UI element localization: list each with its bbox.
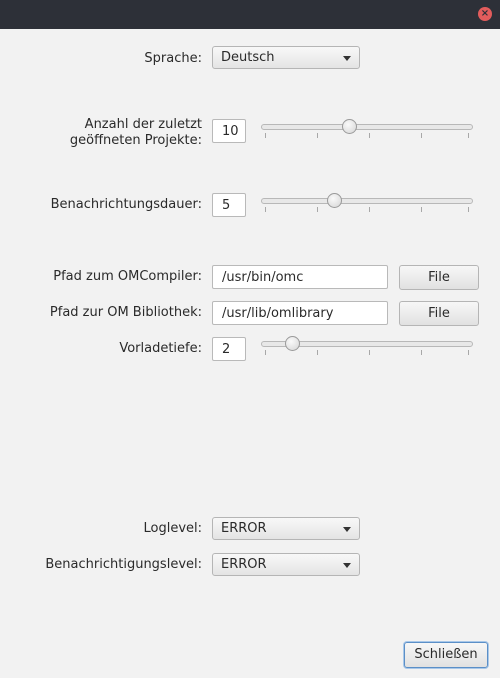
close-button[interactable]: Schließen xyxy=(404,642,488,668)
chevron-down-icon xyxy=(343,563,351,568)
slider-thumb[interactable] xyxy=(284,336,300,351)
notification-duration-label: Benachrichtungsdauer: xyxy=(50,197,202,212)
compiler-path-input[interactable]: /usr/bin/omc xyxy=(212,265,388,289)
notification-duration-value: 5 xyxy=(222,198,231,213)
slider-tick xyxy=(265,350,266,355)
library-path-input[interactable]: /usr/lib/omlibrary xyxy=(212,301,388,325)
slider-tick xyxy=(421,350,422,355)
compiler-file-button[interactable]: File xyxy=(399,265,479,290)
recent-projects-label-line1: Anzahl der zuletzt xyxy=(84,117,202,132)
notification-level-dropdown[interactable]: ERROR xyxy=(212,553,360,576)
notification-duration-field[interactable]: 5 xyxy=(212,193,246,217)
slider-track xyxy=(261,198,473,204)
slider-tick xyxy=(317,207,318,212)
slider-thumb[interactable] xyxy=(327,193,343,208)
slider-tick xyxy=(421,207,422,212)
title-bar: × xyxy=(0,0,500,29)
slider-tick xyxy=(317,350,318,355)
slider-tick xyxy=(369,133,370,138)
library-path-value: /usr/lib/omlibrary xyxy=(222,306,334,321)
notification-level-value: ERROR xyxy=(221,557,267,572)
language-dropdown[interactable]: Deutsch xyxy=(212,46,360,69)
preload-depth-label: Vorladetiefe: xyxy=(119,341,202,356)
compiler-path-label: Pfad zum OMCompiler: xyxy=(53,269,202,284)
library-file-button[interactable]: File xyxy=(399,301,479,326)
slider-track xyxy=(261,124,473,130)
chevron-down-icon xyxy=(343,527,351,532)
slider-tick xyxy=(421,133,422,138)
preload-depth-field[interactable]: 2 xyxy=(212,337,246,361)
compiler-path-value: /usr/bin/omc xyxy=(222,270,304,285)
language-label: Sprache: xyxy=(144,51,202,66)
slider-thumb[interactable] xyxy=(342,119,358,134)
preload-depth-slider[interactable] xyxy=(261,336,473,358)
language-value: Deutsch xyxy=(221,50,275,65)
library-path-label: Pfad zur OM Bibliothek: xyxy=(49,305,202,320)
loglevel-dropdown[interactable]: ERROR xyxy=(212,517,360,540)
slider-tick xyxy=(317,133,318,138)
slider-tick xyxy=(265,133,266,138)
slider-tick xyxy=(468,133,469,138)
notification-level-label: Benachrichtigungslevel: xyxy=(45,557,202,572)
notification-duration-slider[interactable] xyxy=(261,193,473,215)
slider-tick xyxy=(369,207,370,212)
recent-projects-field[interactable]: 10 xyxy=(212,119,246,143)
chevron-down-icon xyxy=(343,56,351,61)
recent-projects-slider[interactable] xyxy=(261,119,473,141)
loglevel-label: Loglevel: xyxy=(143,521,202,536)
slider-tick xyxy=(369,350,370,355)
slider-tick xyxy=(468,207,469,212)
recent-projects-label-line2: geöffneten Projekte: xyxy=(69,133,202,148)
slider-tick xyxy=(468,350,469,355)
close-icon[interactable]: × xyxy=(478,7,492,21)
recent-projects-value: 10 xyxy=(222,124,239,139)
slider-tick xyxy=(265,207,266,212)
loglevel-value: ERROR xyxy=(221,521,267,536)
preload-depth-value: 2 xyxy=(222,342,231,357)
